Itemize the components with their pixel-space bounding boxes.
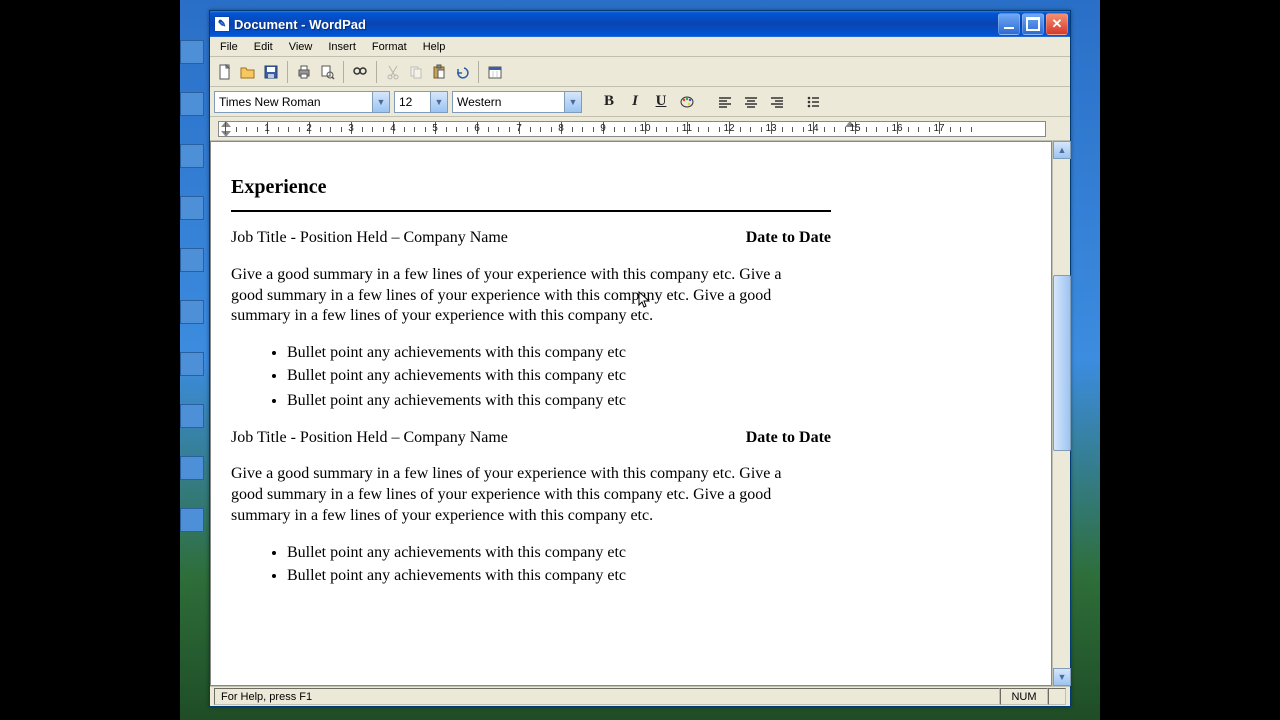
job-summary: Give a good summary in a few lines of yo… [231, 464, 811, 526]
ruler-number: 9 [600, 123, 606, 134]
section-heading: Experience [231, 174, 1035, 200]
ruler-number: 2 [306, 123, 312, 134]
window-title: Document - WordPad [234, 17, 998, 32]
menu-view[interactable]: View [281, 39, 321, 55]
status-bar: For Help, press F1 NUM [210, 686, 1070, 706]
vertical-scrollbar[interactable]: ▲ ▼ [1052, 141, 1070, 686]
align-center-button[interactable] [740, 91, 762, 113]
font-size-combo[interactable]: 12 ▼ [394, 91, 448, 113]
list-item: Bullet point any achievements with this … [287, 391, 817, 412]
font-script-value: Western [457, 95, 564, 109]
ruler-number: 10 [639, 123, 650, 134]
ruler[interactable]: 1234567891011121314151617 [210, 117, 1070, 141]
ruler-number: 14 [807, 123, 818, 134]
ruler-number: 12 [723, 123, 734, 134]
font-name-value: Times New Roman [219, 95, 372, 109]
job-entry-header: Job Title - Position Held – Company Name… [231, 228, 831, 249]
print-preview-button[interactable] [316, 61, 338, 83]
ruler-number: 7 [516, 123, 522, 134]
achievement-list: Bullet point any achievements with this … [257, 543, 817, 587]
ruler-number: 1 [264, 123, 270, 134]
ruler-number: 3 [348, 123, 354, 134]
bullets-button[interactable] [802, 91, 824, 113]
find-button[interactable] [349, 61, 371, 83]
achievement-list: Bullet point any achievements with this … [257, 343, 817, 411]
scroll-down-button[interactable]: ▼ [1053, 668, 1071, 686]
resize-grip[interactable] [1048, 688, 1066, 705]
paste-button[interactable] [428, 61, 450, 83]
ruler-number: 16 [891, 123, 902, 134]
status-numlock: NUM [1000, 688, 1048, 705]
list-item: Bullet point any achievements with this … [287, 543, 817, 564]
document-canvas[interactable]: Experience Job Title - Position Held – C… [210, 141, 1052, 686]
ruler-number: 17 [933, 123, 944, 134]
align-left-button[interactable] [714, 91, 736, 113]
save-button[interactable] [260, 61, 282, 83]
ruler-number: 5 [432, 123, 438, 134]
menu-edit[interactable]: Edit [246, 39, 281, 55]
copy-button[interactable] [405, 61, 427, 83]
minimize-button[interactable] [998, 13, 1020, 35]
font-name-combo[interactable]: Times New Roman ▼ [214, 91, 390, 113]
ruler-number: 11 [682, 123, 692, 134]
underline-button[interactable]: U [650, 91, 672, 113]
job-dates: Date to Date [746, 428, 831, 449]
cut-button[interactable] [382, 61, 404, 83]
dropdown-arrow-icon: ▼ [430, 92, 447, 112]
standard-toolbar [210, 57, 1070, 87]
left-indent-marker[interactable] [221, 121, 231, 127]
menu-bar: File Edit View Insert Format Help [210, 37, 1070, 57]
menu-help[interactable]: Help [415, 39, 454, 55]
dropdown-arrow-icon: ▼ [372, 92, 389, 112]
undo-button[interactable] [451, 61, 473, 83]
title-bar[interactable]: ✎ Document - WordPad [210, 11, 1070, 37]
divider-line [231, 210, 831, 212]
app-icon: ✎ [214, 16, 230, 32]
document-area: Experience Job Title - Position Held – C… [210, 141, 1070, 686]
list-item: Bullet point any achievements with this … [287, 343, 817, 364]
list-item: Bullet point any achievements with this … [287, 566, 817, 587]
scroll-up-button[interactable]: ▲ [1053, 141, 1071, 159]
menu-format[interactable]: Format [364, 39, 415, 55]
print-button[interactable] [293, 61, 315, 83]
scroll-thumb[interactable] [1053, 275, 1071, 451]
ruler-number: 4 [390, 123, 396, 134]
maximize-button[interactable] [1022, 13, 1044, 35]
font-script-combo[interactable]: Western ▼ [452, 91, 582, 113]
color-button[interactable] [676, 91, 698, 113]
align-right-button[interactable] [766, 91, 788, 113]
dropdown-arrow-icon: ▼ [564, 92, 581, 112]
job-dates: Date to Date [746, 228, 831, 249]
job-entry-header: Job Title - Position Held – Company Name… [231, 428, 831, 449]
job-summary: Give a good summary in a few lines of yo… [231, 265, 811, 327]
new-button[interactable] [214, 61, 236, 83]
italic-button[interactable]: I [624, 91, 646, 113]
job-title-line: Job Title - Position Held – Company Name [231, 228, 746, 249]
ruler-number: 15 [849, 123, 860, 134]
ruler-number: 6 [474, 123, 480, 134]
datetime-button[interactable] [484, 61, 506, 83]
bold-button[interactable]: B [598, 91, 620, 113]
menu-file[interactable]: File [212, 39, 246, 55]
job-title-line: Job Title - Position Held – Company Name [231, 428, 746, 449]
ruler-number: 13 [765, 123, 776, 134]
wordpad-window: ✎ Document - WordPad File Edit View Inse… [209, 10, 1071, 707]
format-toolbar: Times New Roman ▼ 12 ▼ Western ▼ B I U [210, 87, 1070, 117]
left-hanging-marker[interactable] [221, 131, 231, 137]
ruler-number: 8 [558, 123, 564, 134]
open-button[interactable] [237, 61, 259, 83]
font-size-value: 12 [399, 95, 430, 109]
list-item: Bullet point any achievements with this … [287, 366, 817, 387]
status-help-text: For Help, press F1 [214, 688, 1000, 705]
menu-insert[interactable]: Insert [320, 39, 364, 55]
desktop-icons [180, 40, 210, 560]
close-button[interactable] [1046, 13, 1068, 35]
